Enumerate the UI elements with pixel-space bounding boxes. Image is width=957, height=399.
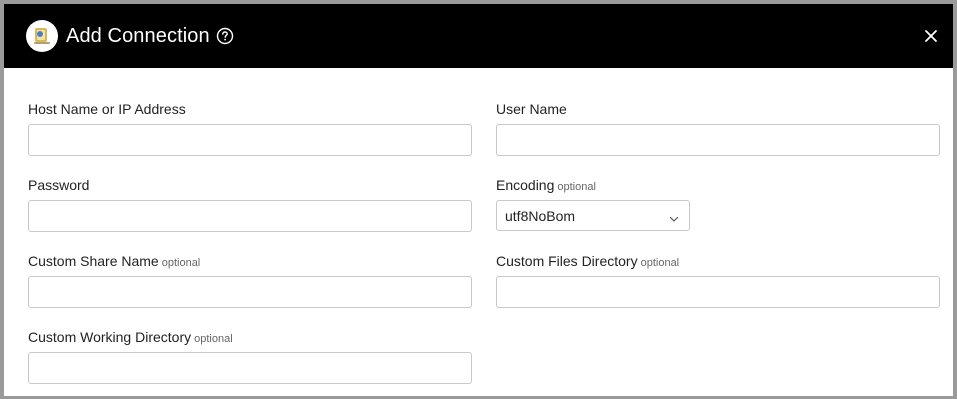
user-name-input[interactable] [496, 124, 940, 156]
help-circle-icon[interactable] [215, 26, 235, 46]
user-label: User Name [496, 100, 567, 118]
user-label-text: User Name [496, 101, 567, 117]
files-dir-label: Custom Files Directory optional [496, 252, 679, 272]
working-directory-input[interactable] [28, 352, 472, 384]
files-directory-input[interactable] [496, 276, 940, 308]
password-input[interactable] [28, 200, 472, 232]
dialog-title: Add Connection [66, 25, 210, 47]
encoding-optional-tag: optional [557, 181, 596, 193]
password-label: Password [28, 176, 89, 194]
share-name-label-text: Custom Share Name [28, 253, 159, 269]
files-dir-optional-tag: optional [640, 257, 680, 269]
dialog-header: Add Connection [4, 4, 953, 68]
share-name-input[interactable] [28, 276, 472, 308]
encoding-label-text: Encoding [496, 177, 555, 193]
password-label-text: Password [28, 177, 90, 193]
encoding-select[interactable]: utf8NoBom [496, 200, 690, 231]
host-label: Host Name or IP Address [28, 100, 186, 118]
share-optional-tag: optional [161, 257, 201, 269]
chevron-down-icon [669, 211, 679, 222]
working-dir-optional-tag: optional [194, 333, 233, 345]
working-dir-label-text: Custom Working Directory [28, 329, 192, 345]
share-name-label: Custom Share Name optional [28, 252, 200, 272]
add-connection-dialog: Add Connection Host Name or IP Address U… [0, 0, 957, 399]
files-dir-label-text: Custom Files Directory [496, 253, 638, 269]
close-icon[interactable] [921, 26, 941, 46]
encoding-label: Encoding optional [496, 176, 596, 196]
host-label-text: Host Name or IP Address [28, 101, 186, 117]
working-dir-label: Custom Working Directory optional [28, 328, 233, 348]
app-logo-icon [26, 20, 58, 52]
encoding-selected-value: utf8NoBom [505, 207, 576, 224]
host-input[interactable] [28, 124, 472, 156]
